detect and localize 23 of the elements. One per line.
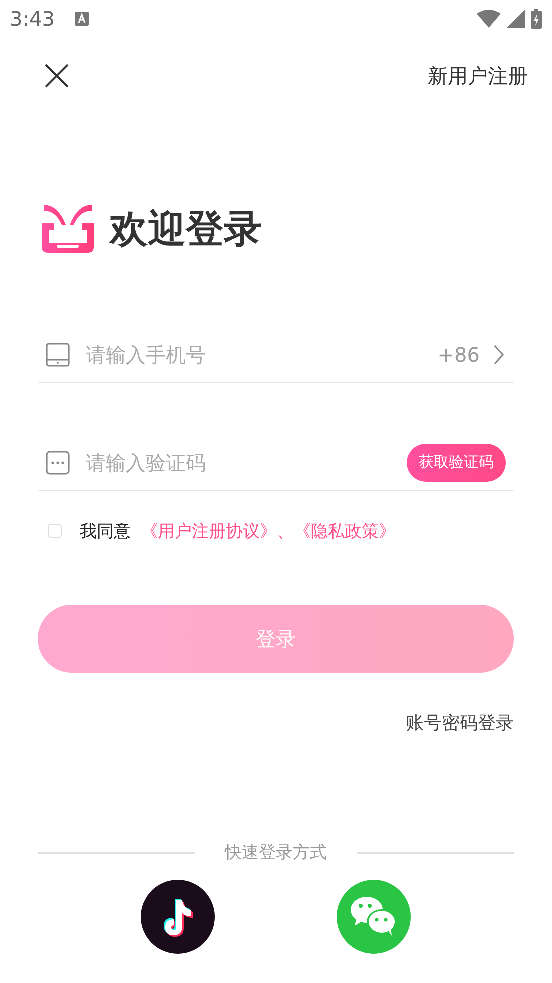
phone-input-field[interactable]: 请输入手机号 +86 xyxy=(38,327,514,383)
signal-icon xyxy=(507,10,525,28)
agreement-link[interactable]: 《用户注册协议》、《隐私政策》 xyxy=(141,520,396,542)
quick-login-title: 快速登录方式 xyxy=(225,842,327,864)
code-input-field[interactable]: 请输入验证码 获取验证码 xyxy=(38,435,514,491)
agreement-text: 我同意 xyxy=(80,520,131,542)
close-icon[interactable] xyxy=(45,64,69,88)
register-link[interactable]: 新用户注册 xyxy=(428,62,528,90)
tablet-icon xyxy=(46,342,70,366)
status-time: 3:43 xyxy=(10,7,55,31)
chevron-right-icon[interactable] xyxy=(494,344,504,364)
tv-rabbit-logo-icon xyxy=(40,203,96,255)
country-code-selector[interactable]: +86 xyxy=(438,342,480,366)
chat-bubbles-login-icon[interactable] xyxy=(337,880,411,954)
wifi-icon xyxy=(477,10,501,28)
keyboard-indicator-icon xyxy=(74,12,89,26)
music-note-login-icon[interactable] xyxy=(141,880,215,954)
agreement-checkbox[interactable] xyxy=(48,524,62,538)
battery-icon xyxy=(531,9,542,29)
password-login-link[interactable]: 账号密码登录 xyxy=(406,711,514,735)
dots-box-icon xyxy=(46,450,70,474)
welcome-title: 欢迎登录 xyxy=(110,206,262,252)
get-code-button[interactable]: 获取验证码 xyxy=(407,444,506,482)
